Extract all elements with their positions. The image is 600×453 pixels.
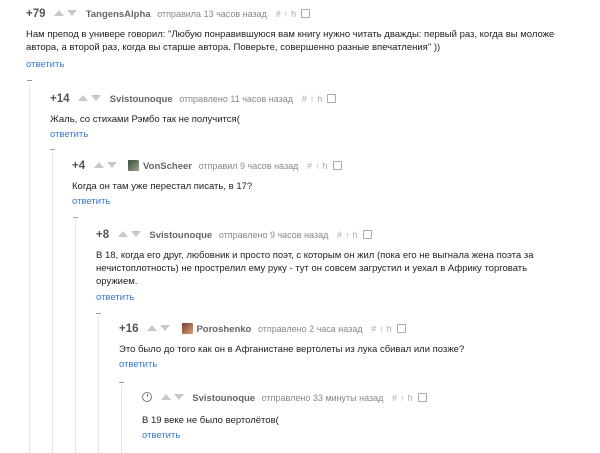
comment-text: Нам препод в универе говорил: "Любую пон… [26,29,555,53]
comment-time: отправлено 2 часа назад [257,324,363,334]
thread-line [29,84,30,453]
comment: +14 Svistounoque отправлено 11 часов наз… [50,93,580,140]
reply-link[interactable]: ответить [50,129,88,140]
vote-controls [93,160,120,171]
thread-line [52,152,53,453]
upvote-icon[interactable] [147,325,158,331]
comment-header: +14 Svistounoque отправлено 11 часов наз… [50,93,580,109]
reply-link[interactable]: ответить [72,196,110,207]
comment-header: +8 Svistounoque отправлено 9 часов назад… [96,229,566,245]
comment: +16 Poroshenko отправлено 2 часа назад #… [119,323,569,370]
parent-comment-icon[interactable]: ↑ [379,324,387,334]
downvote-icon[interactable] [106,162,117,168]
comment-tools: #↑h [302,94,337,104]
comment-time: отправил 9 часов назад [198,161,299,171]
parent-comment-icon[interactable]: ↑ [400,393,408,403]
branch-icon[interactable]: h [317,94,325,104]
comment-text: В 18, когда его друг, любовник и просто … [96,250,534,287]
link-hash-icon[interactable]: # [276,9,284,19]
comment-text: В 19 веке не было вертолётов( [142,415,279,426]
comment-text: Жаль, со стихами Рэмбо так не получится( [50,114,240,125]
comment-time: отправлено 11 часов назад [179,94,294,104]
comment-text: Когда он там уже перестал писать, в 17? [72,181,253,192]
save-icon[interactable] [301,9,311,18]
comment-time: отправлено 9 часов назад [218,230,329,240]
comment-time: отправлено 33 минуты назад [261,393,384,403]
upvote-icon[interactable] [78,95,89,101]
comment: +79 TangensAlpha отправила 13 часов наза… [26,8,586,70]
branch-icon[interactable]: h [291,9,299,19]
avatar[interactable] [128,160,140,171]
comment-rating: +14 [50,93,70,105]
reply-link[interactable]: ответить [96,292,134,303]
clock-icon [142,392,152,402]
branch-icon[interactable]: h [323,161,331,171]
comment-author[interactable]: TangensAlpha [86,9,151,20]
vote-controls [117,229,144,240]
upvote-icon[interactable] [117,231,128,237]
downvote-icon[interactable] [67,10,78,16]
thread-line [121,385,122,453]
comment-author[interactable]: Poroshenko [196,324,251,335]
comment: Svistounoque отправлено 33 минуты назад … [142,392,572,441]
parent-comment-icon[interactable]: ↑ [315,161,323,171]
comment-rating: +4 [72,160,86,172]
upvote-icon[interactable] [93,162,104,168]
comment-tools: #↑h [307,161,342,171]
comment-tools: #↑h [371,324,406,334]
comment-text: Это было до того как он в Афганистане ве… [119,344,465,355]
comment-header: +4 VonScheer отправил 9 часов назад #↑h [72,160,582,176]
link-hash-icon[interactable]: # [302,94,310,104]
branch-icon[interactable]: h [408,393,416,403]
comment-rating: +8 [96,229,110,241]
save-icon[interactable] [362,230,372,239]
reply-link[interactable]: ответить [119,359,157,370]
comment-author[interactable]: Svistounoque [149,230,212,241]
downvote-icon[interactable] [130,231,141,237]
collapse-thread-toggle[interactable] [119,382,124,383]
comment-tools: #↑h [337,230,372,240]
comment-header: Svistounoque отправлено 33 минуты назад … [142,392,572,408]
vote-controls [147,323,173,334]
upvote-icon[interactable] [160,394,171,400]
comment-header: +16 Poroshenko отправлено 2 часа назад #… [119,323,569,339]
downvote-icon[interactable] [160,325,171,331]
save-icon[interactable] [327,94,337,103]
comment-author[interactable]: Svistounoque [192,393,255,404]
collapse-thread-toggle[interactable] [27,80,32,81]
link-hash-icon[interactable]: # [307,161,315,171]
comment-rating: +16 [119,323,139,335]
save-icon[interactable] [396,324,406,333]
reply-link[interactable]: ответить [26,59,64,70]
parent-comment-icon[interactable]: ↑ [284,9,292,19]
comment-time: отправила 13 часов назад [157,9,267,19]
vote-controls [54,8,80,19]
comment-tools: #↑h [392,393,427,403]
comment-author[interactable]: Svistounoque [110,94,173,105]
upvote-icon[interactable] [54,10,65,16]
comment-author[interactable]: VonScheer [143,161,192,172]
reply-link[interactable]: ответить [142,430,180,441]
thread-line [75,220,76,453]
branch-icon[interactable]: h [352,230,360,240]
link-hash-icon[interactable]: # [392,393,400,403]
downvote-icon[interactable] [173,394,184,400]
comment: +4 VonScheer отправил 9 часов назад #↑h … [72,160,582,207]
vote-controls [78,93,104,104]
collapse-thread-toggle[interactable] [96,313,101,314]
comment-rating: +79 [26,8,46,20]
comment-header: +79 TangensAlpha отправила 13 часов наза… [26,8,586,24]
downvote-icon[interactable] [91,95,102,101]
collapse-thread-toggle[interactable] [50,149,55,150]
save-icon[interactable] [417,393,427,402]
thread-line [98,316,99,453]
comment: +8 Svistounoque отправлено 9 часов назад… [96,229,566,303]
link-hash-icon[interactable]: # [337,230,345,240]
branch-icon[interactable]: h [387,324,395,334]
vote-controls [160,392,187,403]
save-icon[interactable] [332,161,342,170]
comment-tools: #↑h [276,9,311,19]
avatar[interactable] [181,323,193,334]
collapse-thread-toggle[interactable] [73,217,78,218]
